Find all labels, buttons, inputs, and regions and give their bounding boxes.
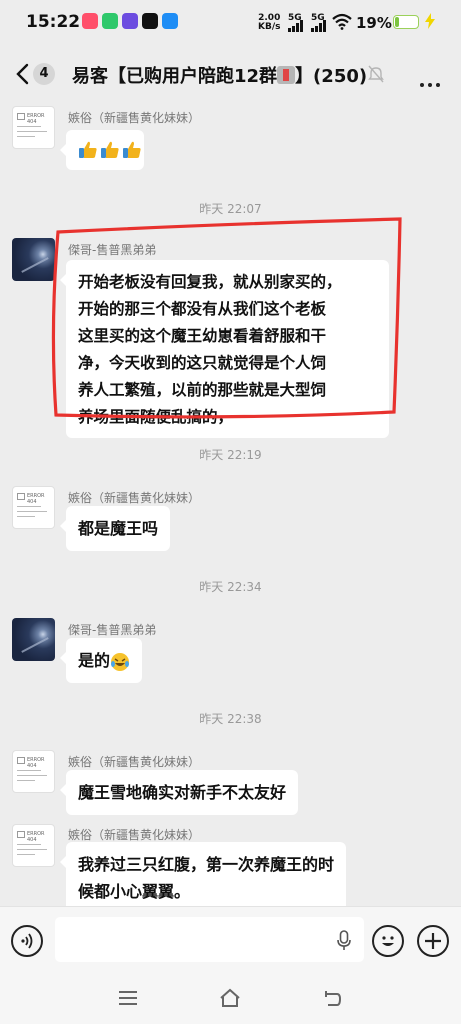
signal-bars-1-icon (288, 20, 306, 32)
sender-name: 嫉俗（新疆售黄化妹妹） (68, 828, 201, 842)
chat-title: 易客【已购用户陪跑12群 】(250) (72, 62, 372, 88)
red-cross-emoji-icon (277, 66, 296, 84)
message-line: 候都小心翼翼。 (78, 882, 191, 901)
menu-icon[interactable] (116, 986, 140, 1010)
message-bubble[interactable] (60, 130, 144, 170)
system-nav-bar (0, 972, 461, 1024)
message-line: 我养过三只红腹，第一次养魔王的时 (78, 855, 335, 874)
avatar[interactable]: ERROR 404 (12, 750, 55, 793)
avatar-error-text: ERROR 404 (27, 113, 45, 125)
thumbs-up-icon (101, 141, 119, 158)
laughing-tears-emoji-icon (111, 652, 130, 671)
smiley-face-icon (382, 936, 394, 946)
avatar[interactable] (12, 618, 55, 661)
battery-icon (393, 15, 419, 29)
mic-icon[interactable] (336, 930, 352, 952)
chat-title-text: 易客【已购用户陪跑12群 (72, 66, 278, 87)
app-icon-5 (162, 13, 178, 29)
thumbs-up-emoji-group (78, 139, 144, 160)
sender-name: 傑哥-售普黑弟弟 (68, 623, 157, 637)
home-icon[interactable] (218, 986, 242, 1010)
input-bar (0, 906, 461, 972)
message-bubble[interactable]: 是的 (59, 638, 143, 683)
app-icon-3 (122, 13, 138, 29)
voice-wave-icon (21, 933, 33, 949)
avatar[interactable]: ERROR 404 (12, 824, 55, 867)
wifi-icon (332, 13, 352, 30)
message-text: 都是魔王吗 (78, 519, 159, 538)
message-bubble[interactable]: 都是魔王吗 (59, 506, 171, 551)
chat-title-member-count: 】(250) (295, 66, 368, 87)
status-bar: 15:22 2.00 KB/s 5G 5G 19% (0, 0, 461, 46)
bell-off-icon (368, 65, 384, 83)
sender-name: 嫉俗（新疆售黄化妹妹） (68, 111, 201, 125)
message-input[interactable] (55, 917, 364, 962)
net-speed: 2.00 KB/s (258, 14, 280, 32)
message-timestamp: 昨天 22:34 (199, 580, 262, 594)
charging-bolt-icon (425, 13, 435, 29)
message-bubble[interactable]: 我养过三只红腹，第一次养魔王的时 候都小心翼翼。 (59, 842, 347, 914)
sender-name: 嫉俗（新疆售黄化妹妹） (68, 491, 201, 505)
message-timestamp: 昨天 22:07 (199, 202, 262, 216)
unread-count-badge[interactable]: 4 (33, 63, 55, 85)
avatar-error-text: ERROR 404 (27, 493, 45, 505)
message-text: 魔王雪地确实对新手不太友好 (78, 783, 287, 802)
avatar[interactable]: ERROR 404 (12, 486, 55, 529)
red-annotation-outline (51, 217, 402, 419)
sender-name: 嫉俗（新疆售黄化妹妹） (68, 755, 201, 769)
avatar-error-text: ERROR 404 (27, 831, 45, 843)
app-icon-2 (102, 13, 118, 29)
avatar-error-text: ERROR 404 (27, 757, 45, 769)
thumbs-up-icon (123, 141, 141, 158)
message-text-content: 是的 (78, 651, 111, 670)
smiley-icon[interactable] (372, 925, 404, 957)
message-text: 是的 (66, 638, 142, 683)
message-bubble[interactable]: 魔王雪地确实对新手不太友好 (59, 770, 299, 815)
chat-header: 4 易客【已购用户陪跑12群 】(250) (0, 46, 461, 102)
back-icon[interactable] (320, 986, 344, 1010)
signal-bars-2-icon (311, 20, 329, 32)
app-icon-1 (82, 13, 98, 29)
plus-icon[interactable] (417, 925, 449, 957)
status-time: 15:22 (26, 12, 81, 32)
net-speed-unit: KB/s (258, 22, 281, 32)
voice-icon[interactable] (11, 925, 43, 957)
thumbs-up-icon (79, 141, 97, 158)
app-icon-4 (142, 13, 158, 29)
battery-percent: 19% (356, 14, 392, 32)
message-timestamp: 昨天 22:19 (199, 448, 262, 462)
message-text: 我养过三只红腹，第一次养魔王的时 候都小心翼翼。 (66, 842, 346, 914)
avatar[interactable]: ERROR 404 (12, 106, 55, 149)
message-timestamp: 昨天 22:38 (199, 712, 262, 726)
plus-sign-icon (425, 933, 441, 949)
more-dots-icon[interactable] (420, 72, 444, 91)
back-chevron-icon[interactable] (12, 62, 34, 86)
